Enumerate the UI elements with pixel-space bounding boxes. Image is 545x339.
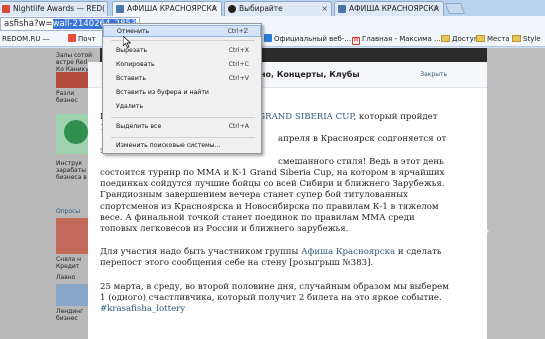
menu-item-delete[interactable]: Удалить	[103, 101, 261, 113]
tab-label: Nightlife Awards — RED(	[13, 4, 106, 13]
bookmark-folder-mesta[interactable]: Места	[476, 34, 510, 45]
menu-item-label: Вставить из буфера и найти	[116, 89, 209, 96]
group-link[interactable]: Афиша Красноярска	[301, 247, 395, 257]
new-tab-button[interactable]	[444, 3, 466, 14]
close-post-button[interactable]: Закрыть	[420, 71, 447, 78]
hashtag-link[interactable]: #krasafisha_lottery	[100, 304, 185, 314]
tab-favicon-icon	[2, 5, 10, 13]
event-link[interactable]: GRAND SIBERIA CUP	[258, 112, 353, 122]
tab-strip: Nightlife Awards — RED( АФИША КРАСНОЯРСК…	[0, 0, 545, 16]
menu-item-shortcut: Ctrl+A	[228, 123, 249, 130]
menu-item-shortcut: Ctrl+V	[228, 75, 249, 82]
bookmark-gmail[interactable]: M Главная - Максима ...	[352, 34, 441, 45]
address-bar: asfisha?w=wall-2140264_2853	[0, 16, 545, 32]
text: 25 марта, в среду, во второй половине дн…	[100, 281, 449, 303]
menu-item-paste[interactable]: Вставить Ctrl+V	[103, 73, 261, 85]
bookmark-label: Официальный веб-...	[274, 35, 352, 43]
menu-item-label: Копировать	[116, 61, 155, 68]
close-icon[interactable]: ×	[211, 2, 218, 15]
menu-item-shortcut: Ctrl+C	[228, 61, 249, 68]
tab-label: АФИША КРАСНОЯРСКА	[127, 4, 217, 13]
folder-icon	[512, 35, 521, 42]
text: смешанного стиля! Ведь в этот день	[278, 156, 444, 167]
post-paragraph: 25 марта, в среду, во второй половине дн…	[100, 282, 450, 316]
menu-item-select-all[interactable]: Выделить все Ctrl+A	[103, 121, 261, 133]
bookmark-favicon-icon	[264, 34, 272, 42]
menu-divider	[111, 137, 255, 138]
menu-item-edit-search-engines[interactable]: Изменить поисковые системы...	[103, 140, 261, 152]
close-icon[interactable]: ×	[321, 2, 328, 15]
bookmark-mail[interactable]: Почт	[68, 34, 96, 45]
bookmark-label: Места	[487, 35, 510, 43]
folder-icon	[476, 35, 485, 42]
menu-item-label: Выделить все	[116, 123, 162, 130]
url-prefix: asfisha?w=	[4, 19, 53, 29]
bookmarks-bar: REDOM.RU — Почт Официальный веб-... M Гла…	[0, 32, 545, 47]
tab-afisha-1[interactable]: АФИША КРАСНОЯРСКА ×	[112, 1, 222, 16]
bookmark-label: Почт	[78, 35, 96, 43]
bookmark-label: Главная - Максима ...	[362, 35, 441, 43]
tab-afisha-2[interactable]: АФИША КРАСНОЯРСКА ×	[334, 1, 444, 16]
text: состоится турнир по ММА и К-1 Grand Sibe…	[100, 168, 445, 235]
bookmark-folder-dostup[interactable]: Доступ	[441, 34, 478, 45]
bookmark-folder-style[interactable]: Style	[512, 34, 541, 45]
mouse-cursor-icon	[123, 36, 131, 48]
tab-label: АФИША КРАСНОЯРСКА	[349, 4, 439, 13]
text: Для участия надо быть участником группы	[100, 247, 302, 258]
menu-divider	[111, 117, 255, 118]
menu-item-copy[interactable]: Копировать Ctrl+C	[103, 59, 261, 71]
menu-item-label: Вставить	[116, 75, 146, 82]
tab-label: Выбирайте	[239, 4, 283, 13]
gmail-icon: M	[352, 37, 360, 45]
bookmark-redom[interactable]: REDOM.RU —	[2, 34, 50, 45]
vk-icon	[116, 5, 124, 13]
menu-item-paste-and-search[interactable]: Вставить из буфера и найти	[103, 87, 261, 99]
tab-vybirayte[interactable]: Выбирайте ×	[224, 1, 332, 16]
folder-icon	[441, 35, 450, 42]
bookmark-label: Доступ	[452, 35, 479, 43]
right-sidebar	[487, 48, 545, 339]
close-icon[interactable]: ×	[433, 2, 440, 15]
menu-item-label: Вырезать	[116, 47, 148, 54]
tab-nightlife-awards[interactable]: Nightlife Awards — RED(	[0, 1, 108, 16]
left-sidebar: Залы сотой встре Red Ко Каникул Разли би…	[0, 48, 100, 339]
bookmark-official[interactable]: Официальный веб-...	[264, 34, 351, 45]
menu-item-label: Удалить	[116, 103, 144, 110]
menu-item-label: Отменить	[117, 28, 150, 35]
menu-divider	[111, 40, 255, 41]
chart-badge-icon	[64, 120, 88, 144]
bookmark-label: REDOM.RU —	[2, 35, 50, 43]
menu-item-shortcut: Ctrl+Z	[227, 28, 248, 35]
menu-item-shortcut: Ctrl+X	[228, 47, 249, 54]
post-title: но, Концерты, Клубы	[260, 70, 360, 79]
bookmark-label: Style	[523, 35, 541, 43]
vk-icon	[338, 5, 346, 13]
menu-item-label: Изменить поисковые системы...	[116, 142, 221, 149]
post-paragraph: Для участия надо быть участником группы …	[100, 247, 450, 269]
paw-icon	[228, 5, 236, 13]
mail-icon	[68, 34, 76, 42]
